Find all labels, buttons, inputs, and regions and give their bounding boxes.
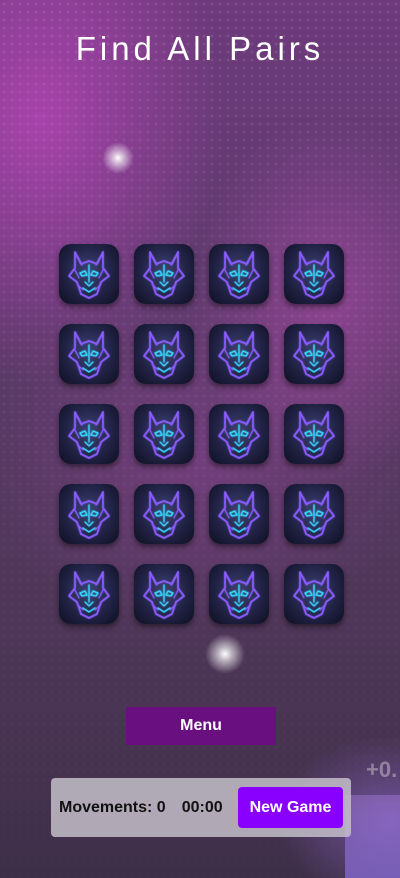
memory-card[interactable] — [209, 324, 269, 384]
memory-card[interactable] — [284, 244, 344, 304]
status-bar: Movements: 0 00:00 New Game — [51, 778, 351, 837]
card-grid — [59, 244, 344, 624]
memory-card[interactable] — [284, 564, 344, 624]
wolf-icon — [290, 488, 338, 540]
wolf-icon — [290, 568, 338, 620]
memory-card[interactable] — [59, 244, 119, 304]
wolf-icon — [140, 248, 188, 300]
memory-card[interactable] — [134, 244, 194, 304]
wolf-icon — [215, 408, 263, 460]
memory-card[interactable] — [59, 324, 119, 384]
sparkle-bottom — [205, 634, 245, 674]
new-game-button[interactable]: New Game — [238, 787, 343, 828]
memory-card[interactable] — [134, 324, 194, 384]
memory-card[interactable] — [209, 564, 269, 624]
wolf-icon — [140, 408, 188, 460]
wolf-icon — [65, 488, 113, 540]
wolf-icon — [290, 408, 338, 460]
wolf-icon — [140, 568, 188, 620]
timer: 00:00 — [181, 798, 223, 816]
movements-counter: Movements: 0 — [59, 798, 166, 816]
memory-card[interactable] — [134, 404, 194, 464]
memory-card[interactable] — [284, 324, 344, 384]
memory-card[interactable] — [59, 564, 119, 624]
wolf-icon — [140, 488, 188, 540]
wolf-icon — [215, 328, 263, 380]
memory-card[interactable] — [284, 404, 344, 464]
memory-card[interactable] — [209, 404, 269, 464]
memory-card[interactable] — [59, 404, 119, 464]
wolf-icon — [290, 328, 338, 380]
memory-card[interactable] — [209, 244, 269, 304]
background-glow — [345, 795, 400, 878]
wolf-icon — [290, 248, 338, 300]
wolf-icon — [215, 568, 263, 620]
wolf-icon — [65, 248, 113, 300]
memory-card[interactable] — [59, 484, 119, 544]
memory-card[interactable] — [134, 484, 194, 544]
page-title: Find All Pairs — [75, 30, 325, 67]
sparkle-top — [102, 142, 134, 174]
memory-card[interactable] — [209, 484, 269, 544]
background-text: +0. — [366, 757, 398, 782]
menu-button[interactable]: Menu — [126, 707, 276, 745]
wolf-icon — [215, 248, 263, 300]
wolf-icon — [65, 328, 113, 380]
memory-card[interactable] — [134, 564, 194, 624]
wolf-icon — [65, 568, 113, 620]
wolf-icon — [215, 488, 263, 540]
memory-card[interactable] — [284, 484, 344, 544]
wolf-icon — [65, 408, 113, 460]
wolf-icon — [140, 328, 188, 380]
